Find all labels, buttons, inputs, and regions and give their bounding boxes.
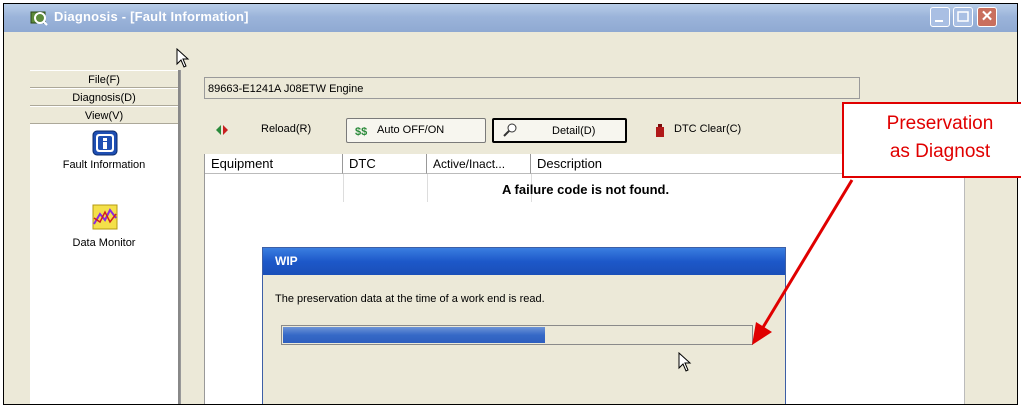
maximize-icon xyxy=(957,11,969,22)
app-window: Diagnosis - [Fault Information] ✕ File(F… xyxy=(3,3,1018,405)
progress-bar-fill xyxy=(283,327,545,343)
window-title: Diagnosis - [Fault Information] xyxy=(54,9,249,24)
splitter[interactable] xyxy=(180,70,203,404)
menu-diagnosis[interactable]: Diagnosis(D) xyxy=(30,88,178,106)
reload-icon xyxy=(216,125,228,135)
column-header-equipment[interactable]: Equipment xyxy=(205,154,343,174)
menu-file[interactable]: File(F) xyxy=(30,70,178,88)
menu-view[interactable]: View(V) xyxy=(30,106,178,124)
title-bar[interactable]: Diagnosis - [Fault Information] ✕ xyxy=(4,4,1017,32)
diagnosis-app-icon xyxy=(30,11,48,26)
detail-button[interactable]: Detail(D) xyxy=(492,118,627,143)
minimize-button[interactable] xyxy=(930,7,950,27)
ecu-info-field: 89663-E1241A J08ETW Engine xyxy=(204,77,860,99)
nav-data-monitor-label: Data Monitor xyxy=(72,237,136,249)
column-divider xyxy=(427,174,428,202)
reload-label: Reload(R) xyxy=(261,123,312,135)
minimize-icon xyxy=(935,20,943,22)
annotation-callout: Preservation as Diagnost xyxy=(842,102,1021,178)
info-icon xyxy=(92,130,118,156)
reload-button[interactable]: Reload(R) xyxy=(208,118,338,143)
svg-text:$$: $$ xyxy=(355,126,367,138)
empty-table-message: A failure code is not found. xyxy=(502,182,670,197)
dialog-message: The preservation data at the time of a w… xyxy=(275,293,545,305)
callout-line-2: as Diagnost xyxy=(889,141,991,162)
data-monitor-icon xyxy=(92,204,118,230)
close-button[interactable]: ✕ xyxy=(977,7,997,27)
dtc-clear-button[interactable]: DTC Clear(C) xyxy=(644,118,766,143)
wip-dialog: WIP The preservation data at the time of… xyxy=(262,247,786,404)
auto-off-on-label: Auto OFF/ON xyxy=(377,124,445,136)
mouse-cursor-icon xyxy=(176,48,190,68)
auto-off-on-button[interactable]: $$ Auto OFF/ON xyxy=(346,118,486,143)
table-scrollbar[interactable] xyxy=(964,154,993,404)
detail-label: Detail(D) xyxy=(552,125,596,137)
close-icon: ✕ xyxy=(980,8,994,25)
dtc-clear-icon xyxy=(656,124,664,137)
column-divider xyxy=(343,174,344,202)
dtc-clear-label: DTC Clear(C) xyxy=(674,123,742,135)
progress-bar xyxy=(281,325,753,345)
dialog-title[interactable]: WIP xyxy=(263,248,785,275)
callout-line-1: Preservation xyxy=(886,113,994,134)
column-header-dtc[interactable]: DTC xyxy=(343,154,427,174)
maximize-button[interactable] xyxy=(953,7,973,27)
mouse-cursor-icon xyxy=(678,352,692,372)
magnifier-icon xyxy=(503,123,517,137)
left-panel: File(F) Diagnosis(D) View(V) Fault Infor… xyxy=(30,70,180,404)
nav-fault-information-label: Fault Information xyxy=(62,159,146,171)
column-header-active-inactive[interactable]: Active/Inact... xyxy=(427,154,531,174)
auto-toggle-icon: $$ xyxy=(355,126,367,138)
